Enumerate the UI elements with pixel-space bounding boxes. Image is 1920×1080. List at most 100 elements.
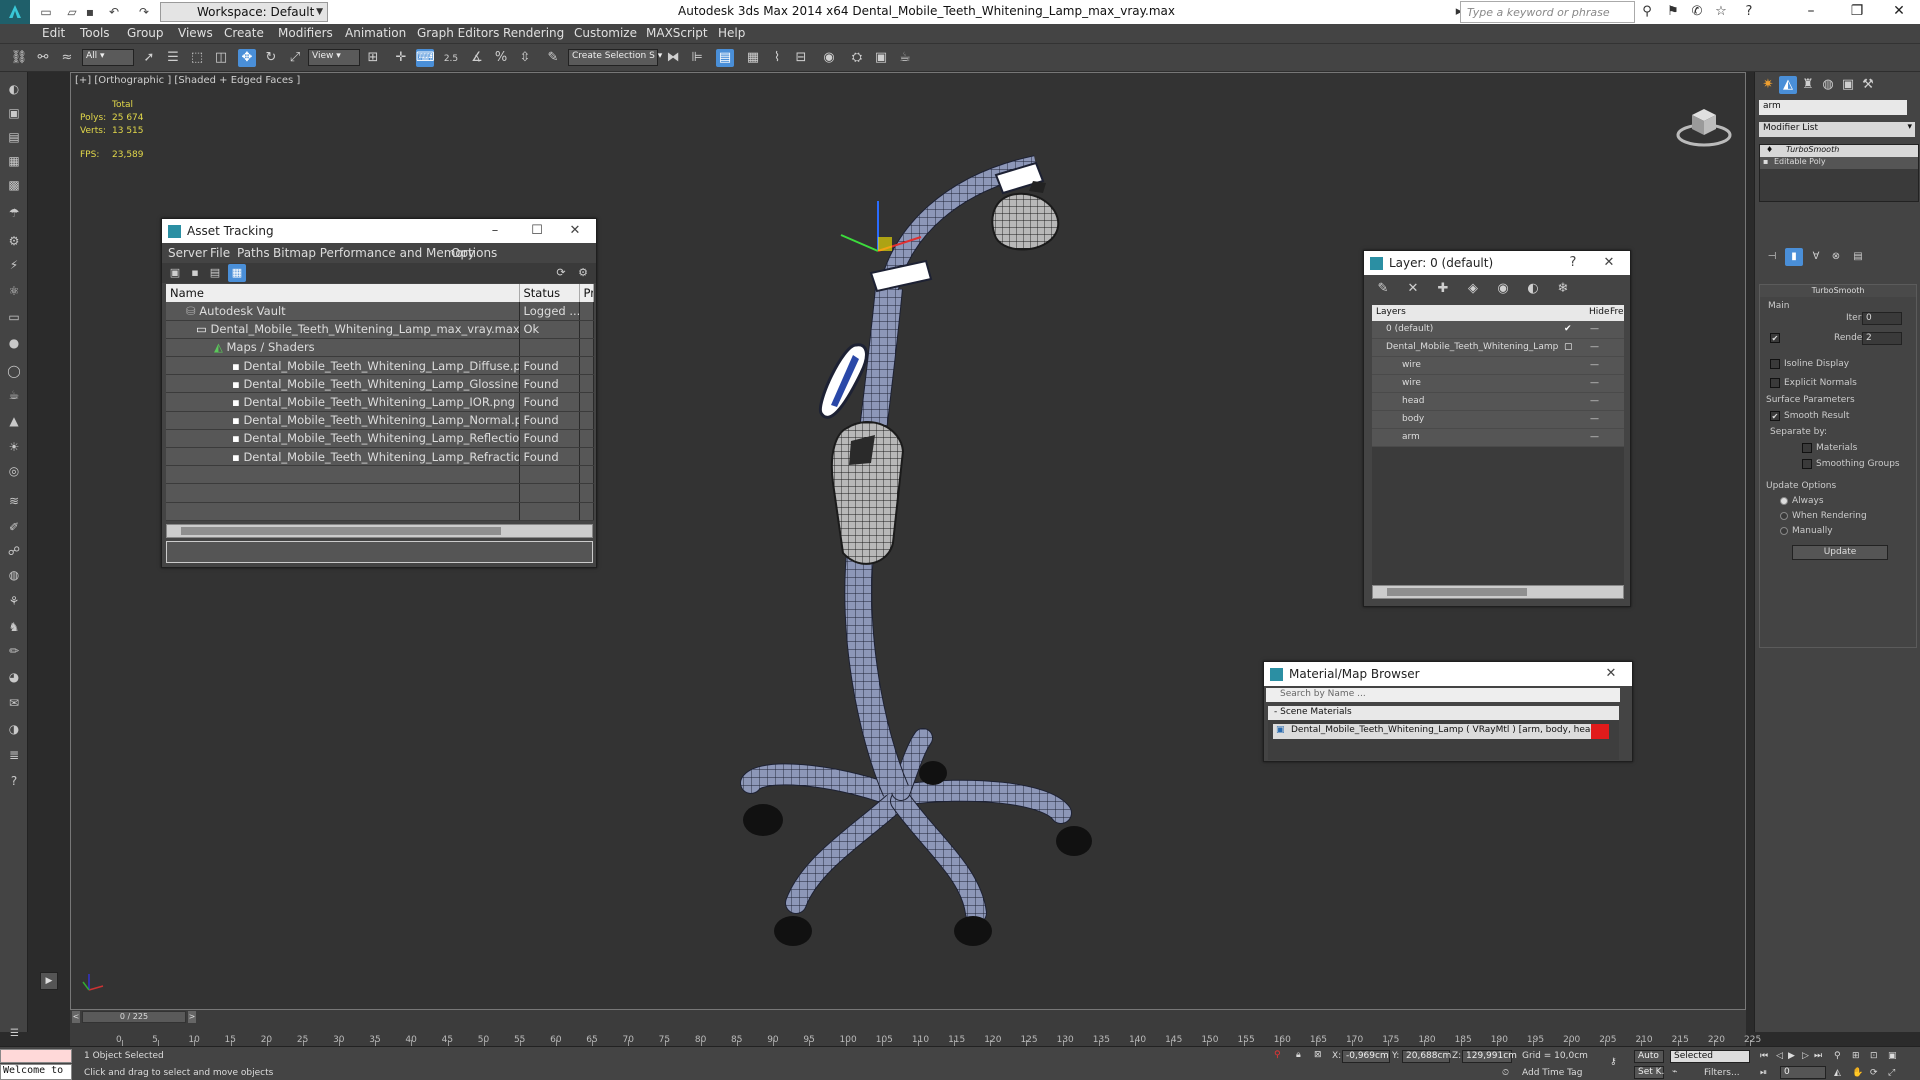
material-item[interactable]: ▣ Dental_Mobile_Teeth_Whitening_Lamp ( V…	[1273, 724, 1609, 739]
rendered-frame-window-icon[interactable]: ▣	[872, 49, 890, 67]
window-crossing-icon[interactable]: ◫	[212, 49, 230, 67]
binoculars-icon[interactable]: ⚲	[1638, 3, 1656, 21]
maximize-viewport-icon[interactable]: ⤢	[1888, 1068, 1895, 1078]
render-production-icon[interactable]: ☕	[896, 49, 914, 67]
remove-modifier-icon[interactable]: ⊗	[1827, 248, 1845, 266]
time-slider-thumb[interactable]: 0 / 225	[82, 1011, 186, 1023]
smoothing-groups-checkbox[interactable]	[1802, 459, 1812, 469]
layer-manager-icon[interactable]: ▤	[716, 49, 734, 67]
add-time-tag-button[interactable]: Add Time Tag	[1522, 1068, 1582, 1078]
set-current-icon[interactable]: ▢	[1564, 342, 1573, 352]
zoom-icon[interactable]: ⚲	[1834, 1051, 1841, 1061]
link-icon[interactable]: ⛓	[10, 49, 28, 67]
list-item[interactable]: Dental_Mobile_Teeth_Whitening_Lamp ▢ —	[1372, 339, 1624, 357]
asset-table-view-icon[interactable]: ▤	[206, 264, 224, 282]
open-file-icon[interactable]: ▱	[64, 4, 80, 20]
hide-toggle[interactable]: —	[1590, 360, 1599, 370]
utilities-tab-icon[interactable]: ⚒	[1859, 76, 1877, 94]
freeze-all-layers-icon[interactable]: ❄	[1554, 280, 1572, 298]
target-icon[interactable]: ◎	[5, 462, 23, 480]
render-iters-spinner[interactable]: 2	[1862, 332, 1902, 345]
bind-spacewarp-icon[interactable]: ≈	[58, 49, 76, 67]
delete-layer-icon[interactable]: ✕	[1404, 280, 1422, 298]
col-hide[interactable]: Hide	[1589, 307, 1610, 317]
ball-icon[interactable]: ◕	[5, 668, 23, 686]
sun-icon[interactable]: ☀	[5, 438, 23, 456]
plug-icon[interactable]: ◑	[5, 720, 23, 738]
hide-toggle[interactable]: —	[1590, 342, 1599, 352]
layer-close-button[interactable]: ✕	[1594, 251, 1624, 275]
menu-views[interactable]: Views	[178, 26, 213, 40]
globe-icon[interactable]: ◍	[5, 566, 23, 584]
cameras-icon[interactable]: ☂	[5, 204, 23, 222]
asset-tree-view-icon[interactable]: ▣	[166, 264, 184, 282]
sphere-icon[interactable]: ●	[5, 334, 23, 352]
layer-horizontal-scrollbar[interactable]	[1372, 585, 1624, 599]
menu-graph-editors[interactable]: Graph Editors	[417, 26, 499, 40]
object-name-field[interactable]: arm	[1759, 100, 1907, 115]
material-browser-close-button[interactable]: ✕	[1596, 662, 1626, 686]
table-row[interactable]: ▪ Dental_Mobile_Teeth_Whitening_Lamp_Dif…	[166, 356, 594, 376]
rectangular-selection-icon[interactable]: ⬚	[188, 49, 206, 67]
asset-menu-bitmap-performance[interactable]: Bitmap Performance and Memory	[273, 246, 475, 260]
update-button[interactable]: Update	[1792, 545, 1888, 560]
iterations-spinner[interactable]: 0	[1862, 312, 1902, 325]
pan-icon[interactable]: ✋	[1852, 1068, 1863, 1078]
motion-tab-icon[interactable]: ◍	[1819, 76, 1837, 94]
keyboard-shortcut-toggle-icon[interactable]: ⌨	[416, 49, 435, 67]
select-object-icon[interactable]: ➚	[140, 49, 158, 67]
when-rendering-radio[interactable]	[1780, 512, 1788, 520]
asset-tracking-titlebar[interactable]: Asset Tracking – ☐ ✕	[162, 219, 596, 243]
x-coordinate-field[interactable]: -0,969cm	[1342, 1050, 1390, 1063]
z-coordinate-field[interactable]: 129,991cm	[1462, 1050, 1517, 1063]
table-row[interactable]: ▪ Dental_Mobile_Teeth_Whitening_Lamp_Ref…	[166, 429, 594, 449]
asset-menu-file[interactable]: File	[210, 246, 230, 260]
app-logo-icon[interactable]	[0, 0, 30, 24]
menu-help[interactable]: Help	[718, 26, 745, 40]
edit-named-selection-icon[interactable]: ✎	[544, 49, 562, 67]
material-search-input[interactable]: Search by Name ...	[1266, 688, 1620, 702]
auto-key-button[interactable]: Auto	[1634, 1050, 1664, 1063]
question-icon[interactable]: ?	[5, 772, 23, 790]
percent-snap-icon[interactable]: %	[492, 49, 510, 67]
track-bar[interactable]: ☰ 0 5 10 15 20 25 30 35 40 45 50 55 60 65 70 75 80 85 90 95…	[10, 1024, 1761, 1046]
zoom-extents-icon[interactable]: ⊡	[1870, 1051, 1878, 1061]
create-layer-icon[interactable]: ✎	[1374, 280, 1392, 298]
prev-frame-icon[interactable]: <	[72, 1011, 80, 1023]
key-mode-icon[interactable]: ⏯	[1760, 1068, 1767, 1078]
new-file-icon[interactable]: ▭	[38, 4, 54, 20]
subscription-icon[interactable]: ⚑	[1664, 3, 1682, 21]
hide-toggle[interactable]: —	[1590, 324, 1599, 334]
workspace-dropdown[interactable]: Workspace: Default	[160, 2, 328, 22]
list-icon[interactable]: ≣	[5, 746, 23, 764]
asset-scroll-thumb[interactable]	[181, 527, 501, 535]
asset-settings-icon[interactable]: ⚙	[574, 264, 592, 282]
play-icon[interactable]: ▶	[1788, 1051, 1795, 1061]
col-proxy[interactable]: Pr	[579, 284, 594, 302]
display-icon[interactable]: ◐	[5, 80, 23, 98]
table-row[interactable]: ▪ Dental_Mobile_Teeth_Whitening_Lamp_IOR…	[166, 392, 594, 412]
list-item[interactable]: body —	[1372, 411, 1624, 429]
col-layers[interactable]: Layers	[1376, 307, 1406, 317]
zoom-extents-all-icon[interactable]: ▣	[1888, 1051, 1897, 1061]
layer-help-button[interactable]: ?	[1558, 251, 1588, 275]
mirror-icon[interactable]: ⧓	[664, 49, 682, 67]
grass-icon[interactable]: ⚘	[5, 592, 23, 610]
stack-item-editable-poly[interactable]: ▪ Editable Poly	[1760, 157, 1918, 169]
set-key-button[interactable]: Set K.	[1634, 1066, 1664, 1079]
asset-grid-view-icon[interactable]: ▦	[228, 264, 246, 282]
show-end-result-icon[interactable]: ▮	[1785, 248, 1803, 266]
lights-icon[interactable]: ▩	[5, 176, 23, 194]
select-and-move-icon[interactable]: ✥	[238, 49, 256, 67]
orbit-icon[interactable]: ⟳	[1870, 1068, 1878, 1078]
asset-list-view-icon[interactable]: ▪	[186, 264, 204, 282]
geometry-icon[interactable]: ▣	[5, 104, 23, 122]
goto-start-icon[interactable]: ⏮	[1760, 1051, 1768, 1061]
asset-menu-server[interactable]: Server	[168, 246, 207, 260]
list-item[interactable]: wire —	[1372, 375, 1624, 393]
modify-tab-icon[interactable]: ◭	[1779, 76, 1797, 94]
pivot-center-icon[interactable]: ⊞	[364, 49, 382, 67]
hide-toggle[interactable]: —	[1590, 396, 1599, 406]
menu-group[interactable]: Group	[127, 26, 164, 40]
turbosmooth-rollout-header[interactable]: TurboSmooth	[1760, 285, 1916, 297]
